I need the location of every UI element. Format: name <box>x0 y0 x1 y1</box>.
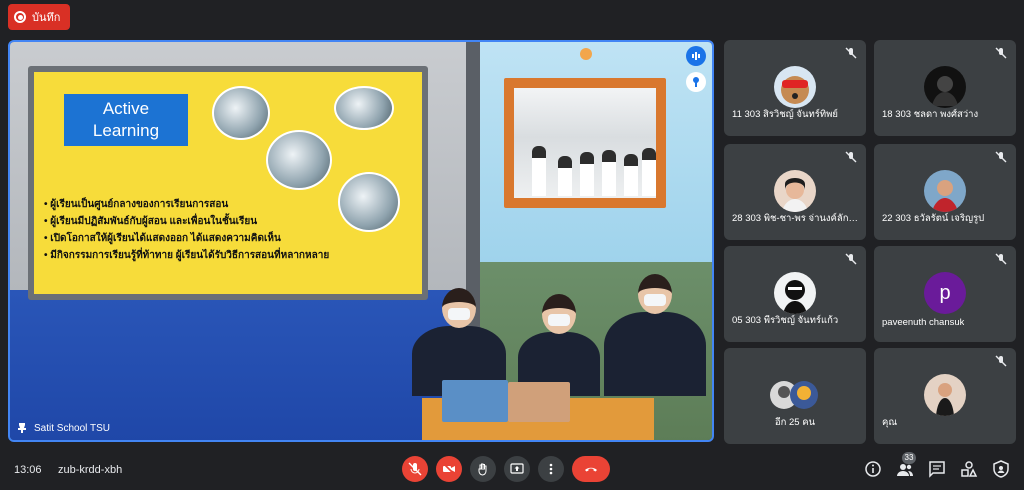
slide-photo <box>212 86 270 140</box>
participant-tile[interactable]: 22 303 ธวัลรัตน์ เจริญรูป <box>874 144 1016 240</box>
mic-off-icon <box>845 47 857 59</box>
framed-photo <box>514 88 656 198</box>
meet-window: บันทึก Active Learning ผู้เรียนเป็นศูนย์… <box>0 0 1024 490</box>
participant-tile[interactable]: 18 303 ชลดา พงศ์สว่าง <box>874 40 1016 136</box>
present-screen-icon <box>510 463 524 474</box>
mic-off-icon <box>995 47 1007 59</box>
avatar-group <box>765 374 825 416</box>
chat-icon <box>929 461 945 478</box>
dog-sunglasses-icon <box>781 76 809 104</box>
pin-icon[interactable] <box>686 72 706 92</box>
self-tile[interactable]: คุณ <box>874 348 1016 444</box>
camera-toggle-button[interactable] <box>436 456 462 482</box>
slide-bullet: ผู้เรียนมีปฏิสัมพันธ์กับผู้สอน และเพื่อน… <box>44 213 424 230</box>
participant-name: 28 303 พิช-ชา-พร จ่านงค์ลักษ... <box>732 213 860 224</box>
people-button[interactable]: 33 <box>896 452 916 478</box>
participant-tile[interactable]: 05 303 พีรวิชญ์ จันทร์แก้ว <box>724 246 866 342</box>
hand-icon <box>478 463 487 476</box>
masked-figure-icon <box>783 280 807 314</box>
main-stage[interactable]: Active Learning ผู้เรียนเป็นศูนย์กลางของ… <box>8 40 714 442</box>
participant-count-badge: 33 <box>902 452 916 464</box>
slide-bullet: เปิดโอกาสให้ผู้เรียนได้แสดงออก ได้แสดงคว… <box>44 230 424 247</box>
mic-off-icon <box>845 151 857 163</box>
recording-indicator[interactable]: บันทึก <box>8 4 71 30</box>
meeting-details-button[interactable] <box>864 460 882 478</box>
info-icon <box>865 461 881 477</box>
activities-button[interactable] <box>960 460 978 478</box>
presenter-label: Satit School TSU <box>16 422 110 434</box>
recording-label: บันทึก <box>32 12 61 24</box>
avatar-letter: p <box>924 272 966 314</box>
participant-tile[interactable]: p paveenuth chansuk <box>874 246 1016 342</box>
mic-off-icon <box>995 355 1007 367</box>
camera-off-icon <box>442 462 456 476</box>
laptop <box>508 382 570 422</box>
participant-name: 05 303 พีรวิชญ์ จันทร์แก้ว <box>732 315 839 326</box>
avatar <box>924 66 966 108</box>
stage-icons <box>686 46 706 92</box>
participant-name: 22 303 ธวัลรัตน์ เจริญรูป <box>882 213 985 224</box>
presenter-name: Satit School TSU <box>34 422 110 434</box>
slide: Active Learning ผู้เรียนเป็นศูนย์กลางของ… <box>34 72 422 294</box>
mic-toggle-button[interactable] <box>402 456 428 482</box>
shield-icon <box>993 460 1009 478</box>
slide-screen: Active Learning ผู้เรียนเป็นศูนย์กลางของ… <box>28 66 428 300</box>
person-photo-icon <box>932 180 958 212</box>
bottom-bar: 13:06 zub-krdd-xbh 33 <box>0 450 1024 490</box>
avatar <box>774 170 816 212</box>
clock: 13:06 <box>14 464 42 476</box>
avatar <box>924 170 966 212</box>
participant-tile[interactable]: 28 303 พิช-ชา-พร จ่านงค์ลักษ... <box>724 144 866 240</box>
more-participants-tile[interactable]: อีก 25 คน <box>724 348 866 444</box>
two-faces-icon <box>770 381 818 409</box>
mic-off-icon <box>995 253 1007 265</box>
slide-bullet: ผู้เรียนเป็นศูนย์กลางของการเรียนการสอน <box>44 196 424 213</box>
mic-off-icon <box>845 253 857 265</box>
picture-frame <box>504 78 666 208</box>
mic-off-icon <box>408 462 422 476</box>
participant-tile[interactable]: 11 303 สิรวิชญ์ จันทร์ทิพย์ <box>724 40 866 136</box>
pin-icon <box>18 423 26 433</box>
raise-hand-button[interactable] <box>470 456 496 482</box>
chat-button[interactable] <box>928 460 946 478</box>
more-options-button[interactable] <box>538 456 564 482</box>
audio-level-icon <box>686 46 706 66</box>
avatar <box>924 374 966 416</box>
laptop <box>442 380 508 422</box>
participant-name: คุณ <box>882 417 898 428</box>
participant-name: 11 303 สิรวิชญ์ จันทร์ทิพย์ <box>732 109 838 120</box>
call-controls <box>402 456 610 482</box>
avatar <box>774 272 816 314</box>
slide-photo <box>334 86 394 130</box>
person-photo-icon <box>782 178 808 212</box>
frame-hanger <box>580 48 592 60</box>
record-icon <box>14 11 26 23</box>
more-participants-label: อีก 25 คน <box>774 417 816 428</box>
meeting-code[interactable]: zub-krdd-xbh <box>58 464 122 476</box>
more-vert-icon <box>549 463 553 475</box>
slide-bullet: มีกิจกรรมการเรียนรู้ที่ท้าทาย ผู้เรียนได… <box>44 247 424 264</box>
hang-up-icon <box>585 467 597 472</box>
participant-name: 18 303 ชลดา พงศ์สว่าง <box>882 109 979 120</box>
slide-title-line2: Learning <box>92 121 160 140</box>
slide-title: Active Learning <box>64 94 188 146</box>
dark-figure-icon <box>932 76 958 106</box>
avatar <box>774 66 816 108</box>
host-controls-button[interactable] <box>992 460 1010 478</box>
slide-bullets: ผู้เรียนเป็นศูนย์กลางของการเรียนการสอน ผ… <box>44 196 424 264</box>
slide-photo <box>266 130 332 190</box>
slide-title-line1: Active <box>102 99 150 118</box>
side-panel-buttons: 33 <box>864 452 1010 478</box>
participant-name: paveenuth chansuk <box>882 317 965 328</box>
mic-off-icon <box>995 151 1007 163</box>
activities-icon <box>961 461 978 477</box>
leave-call-button[interactable] <box>572 456 610 482</box>
present-button[interactable] <box>504 456 530 482</box>
person-photo-icon <box>936 383 954 416</box>
presenter-person <box>604 274 706 396</box>
